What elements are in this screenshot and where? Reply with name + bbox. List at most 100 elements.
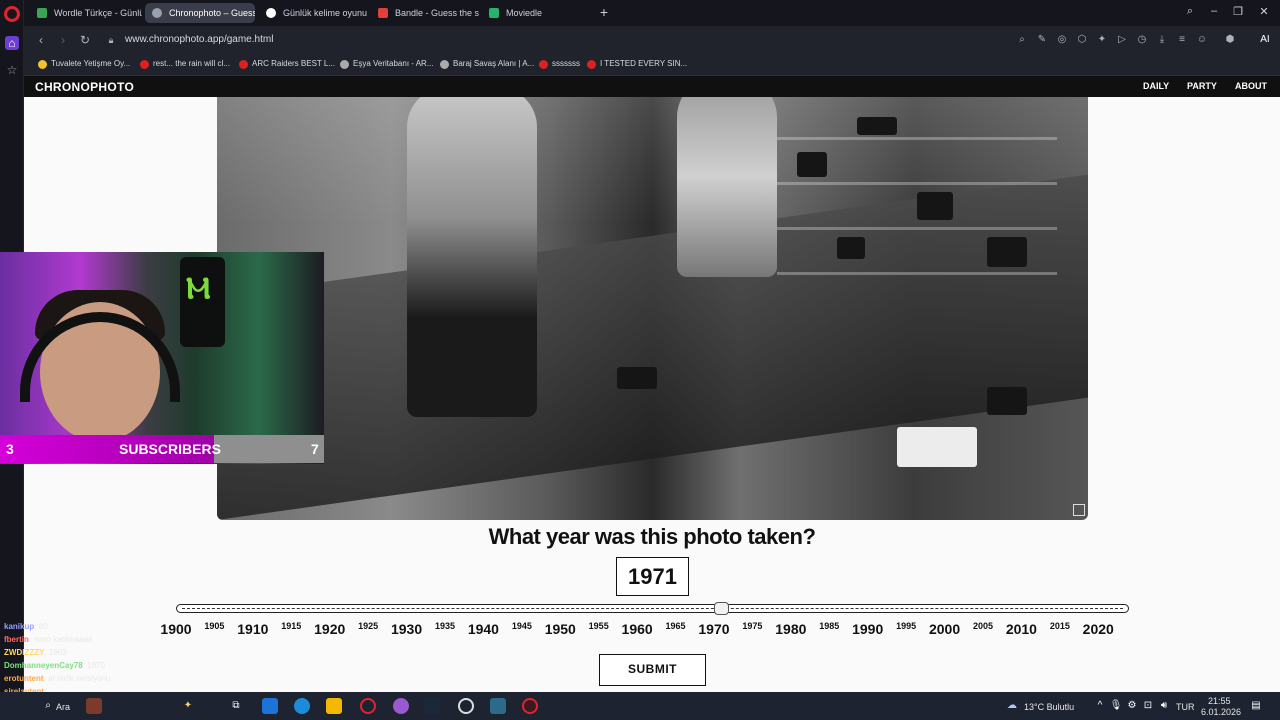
- find-icon[interactable]: ⌕: [1016, 34, 1028, 46]
- settings-icon[interactable]: ⚙: [1124, 698, 1140, 714]
- slider-minor-tick-label: 1945: [511, 621, 532, 631]
- bookmark-item[interactable]: ARC Raiders BEST L...: [239, 59, 335, 69]
- forward-button[interactable]: ›: [56, 33, 70, 47]
- bookmarks-bar: Tuvalete Yetişme Oy... rest... the rain …: [24, 54, 1280, 76]
- explorer-icon[interactable]: [326, 698, 342, 714]
- slider-tick-label: 1910: [237, 621, 269, 637]
- new-tab-button[interactable]: +: [598, 5, 610, 19]
- wallet-icon[interactable]: ⬢: [1224, 34, 1236, 46]
- search-icon[interactable]: ⌕: [40, 698, 56, 714]
- copilot-icon[interactable]: ✦: [180, 698, 196, 714]
- slider-minor-tick-label: 2005: [972, 621, 993, 631]
- year-input[interactable]: 1971: [616, 557, 689, 596]
- steam-icon[interactable]: [424, 698, 440, 714]
- slider-tick-label: 1920: [314, 621, 346, 637]
- taskbar-search[interactable]: Ara: [56, 702, 70, 712]
- download-icon[interactable]: ⤓: [1156, 34, 1168, 46]
- history-icon[interactable]: ◷: [1136, 34, 1148, 46]
- bookmark-item[interactable]: Baraj Savaş Alanı | A...: [440, 59, 534, 69]
- nav-about[interactable]: ABOUT: [1235, 81, 1267, 91]
- moviedle-favicon-icon: [489, 8, 499, 18]
- obs-icon[interactable]: [458, 698, 474, 714]
- nav-daily[interactable]: DAILY: [1143, 81, 1169, 91]
- clock-date[interactable]: 6.01.2026: [1201, 707, 1241, 717]
- task-view-icon[interactable]: ⧉: [228, 698, 244, 714]
- arc-icon: [440, 60, 449, 69]
- chat-text: : 1963: [44, 648, 67, 657]
- bookmark-item[interactable]: rest... the rain will cl...: [140, 59, 230, 69]
- bookmark-item[interactable]: I TESTED EVERY SIN...: [587, 59, 687, 69]
- slider-minor-tick-label: 1935: [434, 621, 455, 631]
- microphone-icon[interactable]: 🎙︎: [1108, 698, 1124, 714]
- search-tabs-icon[interactable]: ⌕: [1182, 5, 1198, 18]
- bookmark-item[interactable]: sssssss: [539, 59, 580, 69]
- input-language[interactable]: TUR: [1176, 702, 1195, 712]
- opera-gx-icon[interactable]: [360, 698, 376, 714]
- subscriber-goal: 7: [311, 441, 319, 457]
- extension-icon[interactable]: ✦: [1096, 34, 1108, 46]
- fullscreen-icon[interactable]: [1073, 504, 1085, 516]
- clock-time[interactable]: 21:55: [1208, 696, 1231, 706]
- tab-label: Chronophoto – Guess th: [169, 8, 255, 18]
- speaker-icon[interactable]: 🔊︎: [1156, 698, 1172, 714]
- close-window-button[interactable]: ✕: [1256, 5, 1272, 18]
- chat-message: ZWDIZZZY: 1963: [4, 646, 194, 659]
- tab-wordle[interactable]: Wordle Türkçe - Günlük K: [30, 3, 142, 23]
- maximize-button[interactable]: ❐: [1230, 5, 1246, 18]
- edge-icon[interactable]: [294, 698, 310, 714]
- chat-message: kanikup: 80: [4, 620, 194, 633]
- edit-icon[interactable]: ✎: [1036, 34, 1048, 46]
- tab-gunluk-kelime[interactable]: Günlük kelime oyunu - pa: [259, 3, 369, 23]
- opera-logo-icon[interactable]: [4, 6, 20, 22]
- account-icon[interactable]: ☺: [1196, 34, 1208, 46]
- submit-button[interactable]: SUBMIT: [599, 654, 706, 686]
- chat-text: : ar nirilk versiyonu: [43, 674, 111, 683]
- pinboard-icon[interactable]: ☆: [5, 63, 19, 77]
- bandle-favicon-icon: [378, 8, 388, 18]
- year-slider-thumb[interactable]: [713, 602, 729, 615]
- chat-text: : nooo katılmaaaa: [28, 635, 93, 644]
- url-field[interactable]: www.chronophoto.app/game.html: [125, 34, 273, 45]
- stream-chat: kanikup: 80 fbertin: nooo katılmaaaa ZWDIZ…: [4, 620, 194, 698]
- home-icon[interactable]: ⌂: [5, 36, 19, 50]
- reload-button[interactable]: ↻: [78, 33, 92, 47]
- slider-tick-label: 2000: [928, 621, 961, 637]
- nav-party[interactable]: PARTY: [1187, 81, 1217, 91]
- chat-username: erotuntent: [4, 674, 44, 683]
- youtube-icon: [239, 60, 248, 69]
- weather-icon: ☁: [1007, 700, 1017, 711]
- app-icon[interactable]: [490, 698, 506, 714]
- tab-moviedle[interactable]: Moviedle: [482, 3, 582, 23]
- minimize-button[interactable]: –: [1206, 5, 1222, 17]
- bookmark-item[interactable]: Eşya Veritabanı - AR...: [340, 59, 433, 69]
- slider-tick-label: 1970: [698, 621, 730, 637]
- search-highlight-icon: [86, 698, 102, 714]
- tab-bandle[interactable]: Bandle - Guess the song,: [371, 3, 479, 23]
- snapshot-icon[interactable]: ◎: [1056, 34, 1068, 46]
- screen: ⌂ ☆ Wordle Türkçe - Günlük K Chronophoto…: [0, 0, 1280, 720]
- clerk-figure: [407, 97, 537, 417]
- player-icon[interactable]: ▷: [1116, 34, 1128, 46]
- tray-app-icon[interactable]: ⊡: [1140, 698, 1156, 714]
- back-button[interactable]: ‹: [34, 33, 48, 47]
- menu-icon[interactable]: ≡: [1176, 34, 1188, 46]
- aria-ai-button[interactable]: AI: [1254, 34, 1276, 46]
- site-header: CHRONOPHOTO DAILY PARTY ABOUT: [24, 76, 1280, 97]
- wordle-favicon-icon: [37, 8, 47, 18]
- opera-icon[interactable]: [522, 698, 538, 714]
- files-icon[interactable]: [262, 698, 278, 714]
- address-bar: ‹ › ↻ 🔒︎ www.chronophoto.app/game.html ⌕…: [24, 26, 1280, 54]
- notifications-icon[interactable]: ▤: [1248, 698, 1264, 714]
- tray-chevron-icon[interactable]: ^: [1092, 698, 1108, 714]
- year-slider-track[interactable]: [176, 604, 1129, 613]
- slider-tick-label: 2020: [1082, 621, 1114, 637]
- tab-chronophoto[interactable]: Chronophoto – Guess th: [145, 3, 255, 23]
- weather-text[interactable]: 13°C Bulutlu: [1024, 702, 1074, 712]
- vpn-icon[interactable]: ⬡: [1076, 34, 1088, 46]
- kelime-favicon-icon: [266, 8, 276, 18]
- youtube-icon: [587, 60, 596, 69]
- bookmark-item[interactable]: Tuvalete Yetişme Oy...: [38, 59, 130, 69]
- site-logo[interactable]: CHRONOPHOTO: [35, 80, 134, 94]
- discord-icon[interactable]: [393, 698, 409, 714]
- webcam-overlay: Ⲙ: [0, 252, 324, 464]
